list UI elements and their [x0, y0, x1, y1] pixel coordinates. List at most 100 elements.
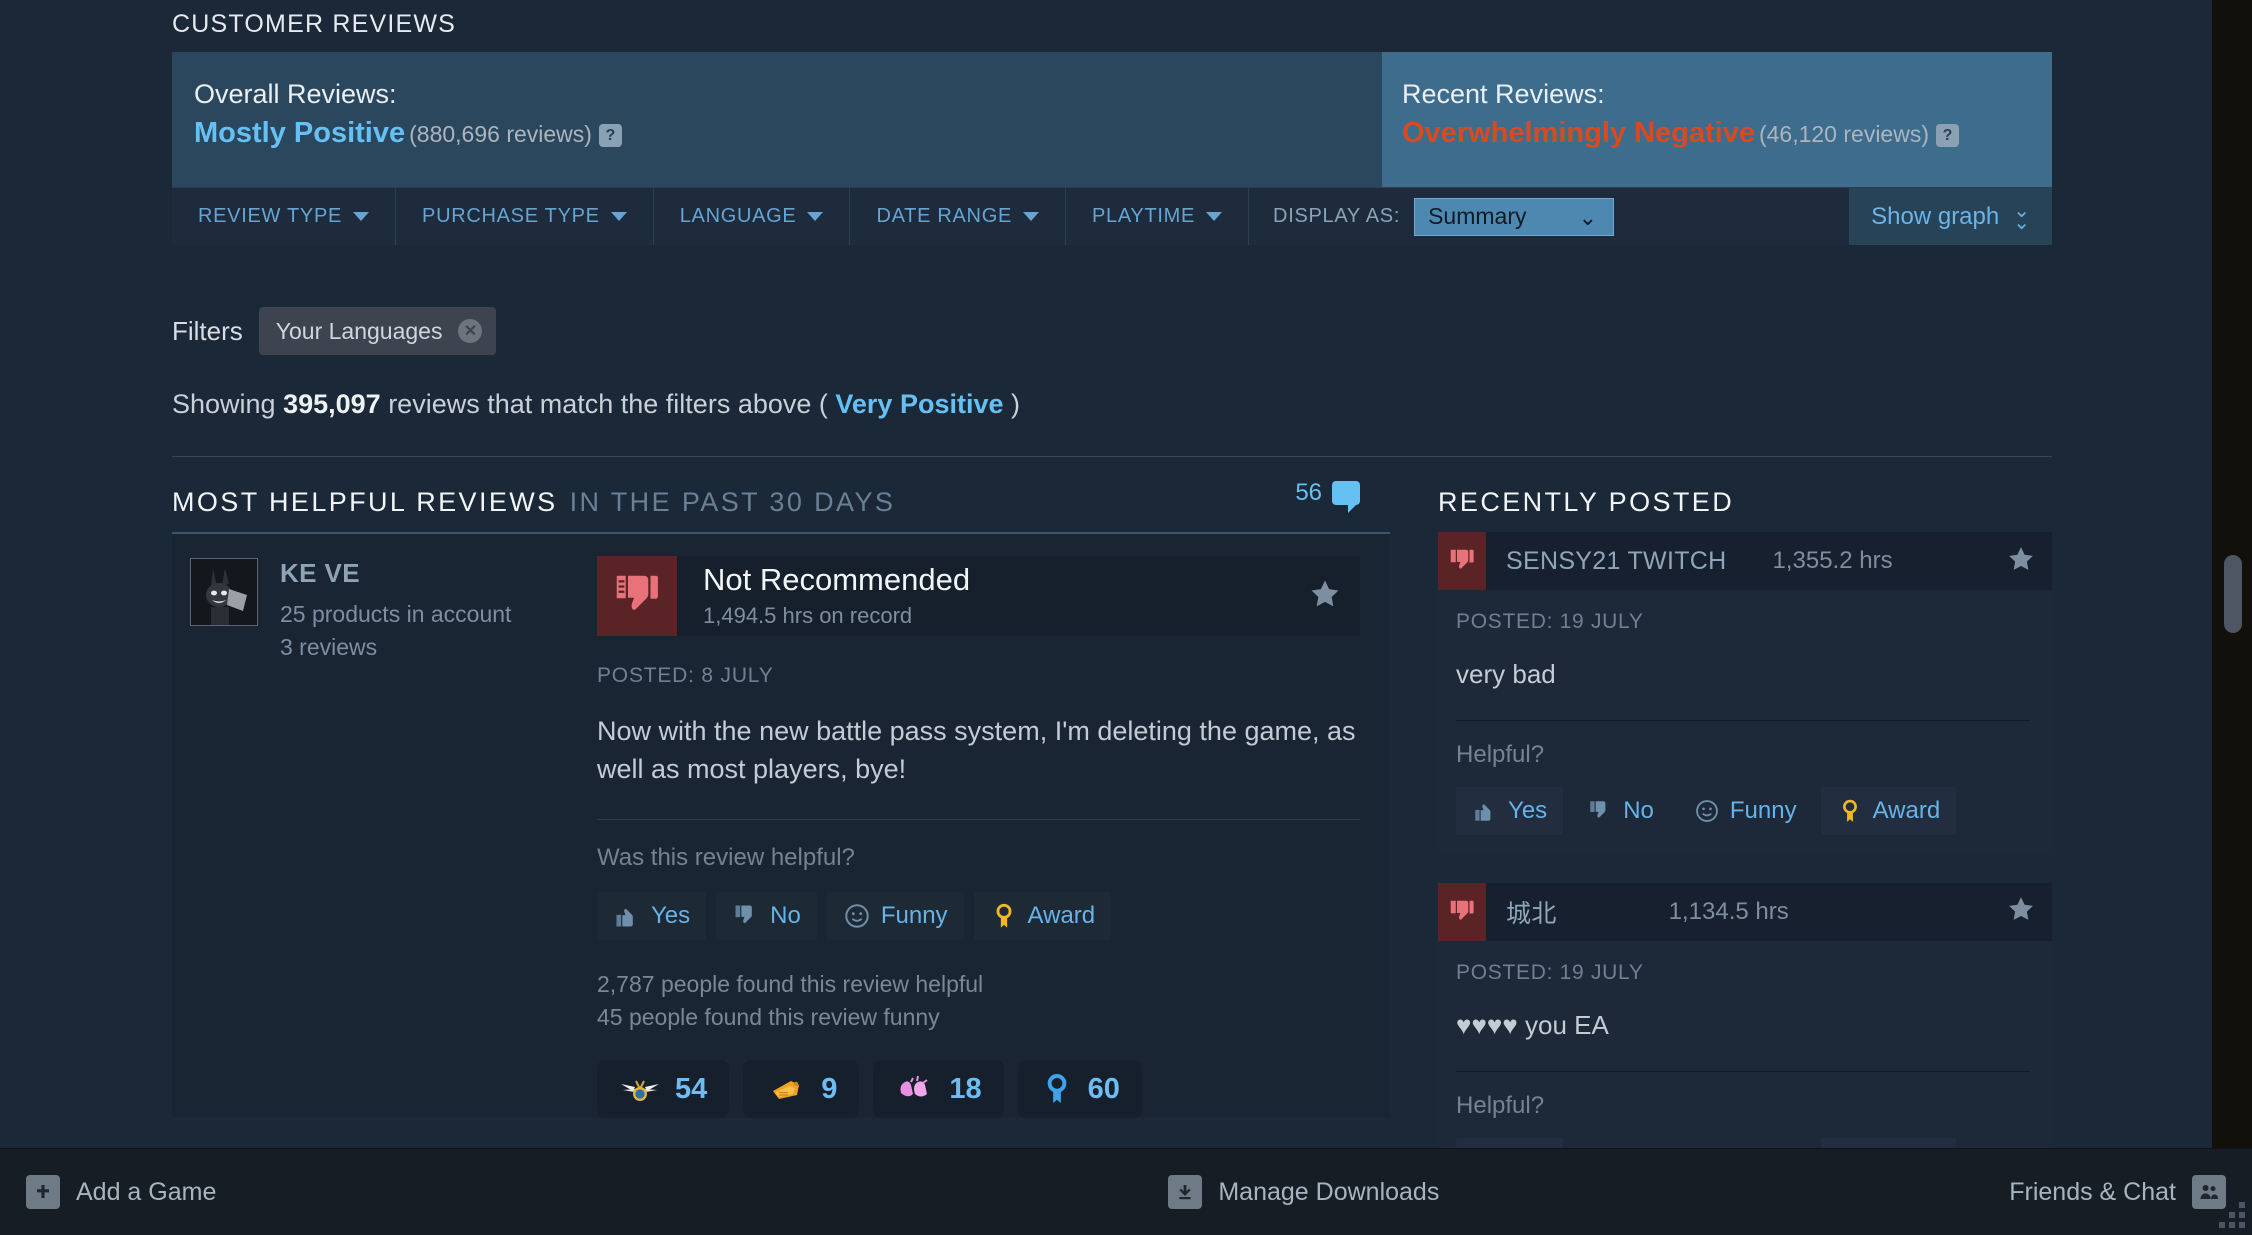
close-icon[interactable]: ✕: [458, 319, 483, 343]
chevron-down-icon: [1023, 212, 1039, 221]
recent-review-card: SENSY21 TWITCH 1,355.2 hrs POSTED: 19 JU…: [1438, 532, 2052, 853]
recent-review-author[interactable]: SENSY21 TWITCH: [1486, 547, 1726, 576]
vote-yes-button[interactable]: Yes: [597, 891, 707, 940]
showing-rating[interactable]: Very Positive: [835, 389, 1003, 419]
vote-no-button[interactable]: No: [1571, 787, 1670, 835]
helpful-question: Helpful?: [1456, 1091, 1545, 1119]
filter-date-range[interactable]: DATE RANGE: [850, 188, 1066, 245]
verdict-text-block: Not Recommended 1,494.5 hrs on record: [677, 563, 970, 628]
author-name[interactable]: KE VE: [280, 558, 511, 589]
help-icon[interactable]: ?: [598, 123, 622, 147]
vote-funny-button[interactable]: Funny: [1678, 787, 1813, 835]
vertical-scrollbar[interactable]: [2212, 0, 2252, 1148]
chevron-down-icon: [1206, 212, 1223, 221]
review-text: very bad: [1456, 659, 1556, 689]
display-as-select[interactable]: Summary ⌄: [1414, 197, 1615, 236]
helpful-count: 2,787 people found this review helpful: [597, 970, 984, 997]
thumbs-down-icon: [1590, 801, 1606, 818]
recent-review-hours: 1,355.2 hrs: [1772, 547, 1893, 574]
show-graph-button[interactable]: Show graph ⌄ ⌄: [1849, 188, 2052, 245]
filter-chip-your-languages[interactable]: Your Languages ✕: [258, 307, 497, 355]
award-count: 54: [675, 1072, 708, 1105]
horizontal-divider: [172, 456, 2052, 457]
vote-label: Funny: [1729, 796, 1797, 824]
recent-review-body: POSTED: 19 JULY ♥♥♥♥ you EA Helpful? Yes: [1438, 941, 2052, 1148]
star-icon[interactable]: [2006, 544, 2052, 579]
resize-grip[interactable]: [2219, 1202, 2245, 1228]
overall-reviews-rating[interactable]: Mostly Positive: [194, 117, 405, 149]
help-icon[interactable]: ?: [1936, 123, 1959, 147]
avatar[interactable]: [190, 558, 258, 626]
showing-results-text: Showing 395,097 reviews that match the f…: [172, 389, 2052, 420]
posted-date: POSTED: 8 JULY: [597, 664, 774, 687]
scrollbar-thumb[interactable]: [2224, 555, 2242, 633]
overall-reviews-label: Overall Reviews:: [194, 79, 397, 109]
filter-purchase-type[interactable]: PURCHASE TYPE: [396, 188, 654, 245]
award-count: 18: [949, 1072, 982, 1105]
vote-buttons-row: Yes No Funny: [597, 891, 1360, 940]
filter-label: LANGUAGE: [679, 205, 797, 227]
recent-reviews-count: (46,120 reviews): [1758, 120, 1929, 147]
vote-label: No: [770, 901, 801, 929]
vote-yes-button[interactable]: Yes: [1456, 786, 1564, 835]
author-products: 25 products in account: [280, 601, 512, 627]
comment-bubble-icon: [1332, 481, 1361, 514]
filter-label: PLAYTIME: [1092, 205, 1196, 227]
divider: [1456, 1070, 2030, 1072]
award-winged-medal[interactable]: 54: [597, 1060, 730, 1119]
recent-reviews-rating[interactable]: Overwhelmingly Negative: [1402, 117, 1755, 149]
vote-label: Award: [1027, 901, 1096, 929]
vote-award-button[interactable]: Award: [1820, 1137, 1957, 1148]
helpful-question: Helpful?: [1456, 740, 1545, 768]
vote-no-button[interactable]: No: [716, 891, 817, 940]
manage-downloads-label: Manage Downloads: [1218, 1177, 1440, 1206]
thumbs-up-icon: [616, 908, 633, 927]
author-info: KE VE 25 products in account 3 reviews: [280, 558, 511, 1118]
vote-award-button[interactable]: Award: [973, 891, 1112, 940]
vote-no-button[interactable]: No: [1571, 1138, 1670, 1149]
dark-rabbit-avatar-icon: [191, 559, 257, 625]
add-game-button[interactable]: Add a Game: [26, 1175, 216, 1209]
award-clapping-hands[interactable]: 18: [873, 1060, 1004, 1119]
review-filter-bar: REVIEW TYPE PURCHASE TYPE LANGUAGE DATE …: [172, 187, 2052, 245]
clapping-hands-award-icon: [900, 1076, 929, 1097]
recent-reviews-value-row: Overwhelmingly Negative (46,120 reviews)?: [1402, 115, 2052, 153]
filter-playtime[interactable]: PLAYTIME: [1066, 188, 1250, 245]
applied-filters-row: Filters Your Languages ✕: [172, 307, 2052, 355]
vote-label: Award: [1872, 796, 1941, 824]
display-as-group: DISPLAY AS: Summary ⌄: [1249, 188, 1634, 245]
filter-review-type[interactable]: REVIEW TYPE: [172, 188, 397, 245]
review-summary-row: Overall Reviews: Mostly Positive (880,696…: [172, 52, 2052, 187]
vote-yes-button[interactable]: Yes: [1456, 1137, 1564, 1148]
review-text: ♥♥♥♥ you EA: [1456, 1009, 1609, 1040]
star-icon[interactable]: [1308, 577, 1360, 616]
chevron-down-icon: [610, 212, 627, 221]
friends-chat-button[interactable]: Friends & Chat: [2009, 1175, 2226, 1209]
recent-review-card: 城北 1,134.5 hrs POSTED: 19 JULY ♥♥♥♥ you …: [1438, 882, 2052, 1148]
recent-review-hours: 1,134.5 hrs: [1668, 897, 1789, 925]
recent-review-author[interactable]: 城北: [1486, 894, 1557, 930]
most-helpful-subtitle: IN THE PAST 30 DAYS: [569, 487, 896, 517]
thumbs-down-icon: [597, 556, 677, 636]
vote-funny-button[interactable]: Funny: [1678, 1138, 1813, 1149]
divider: [1456, 719, 2030, 721]
filter-language[interactable]: LANGUAGE: [654, 188, 851, 245]
comments-count: 56: [1295, 479, 1323, 506]
filter-label: PURCHASE TYPE: [422, 205, 600, 227]
most-helpful-heading: MOST HELPFUL REVIEWS IN THE PAST 30 DAYS: [172, 487, 1390, 532]
reviews-content-area: CUSTOMER REVIEWS Overall Reviews: Mostly…: [0, 0, 2212, 1148]
manage-downloads-button[interactable]: Manage Downloads: [1168, 1175, 1439, 1209]
award-golden-blaster[interactable]: 9: [743, 1060, 860, 1119]
display-as-label: DISPLAY AS:: [1273, 205, 1401, 227]
page-title: CUSTOMER REVIEWS: [172, 10, 457, 38]
vote-award-button[interactable]: Award: [1820, 786, 1957, 835]
steam-reviews-page: CUSTOMER REVIEWS Overall Reviews: Mostly…: [0, 0, 2252, 1235]
show-graph-label: Show graph: [1871, 202, 2000, 230]
award-blue-ribbon[interactable]: 60: [1017, 1060, 1142, 1119]
comments-link[interactable]: 56: [1295, 476, 1361, 514]
vote-buttons-row: Yes No Funny: [1456, 1137, 2030, 1149]
vote-funny-button[interactable]: Funny: [826, 891, 964, 940]
reviews-columns: MOST HELPFUL REVIEWS IN THE PAST 30 DAYS: [172, 479, 2052, 1148]
award-count: 9: [821, 1072, 838, 1105]
star-icon[interactable]: [2006, 894, 2052, 929]
